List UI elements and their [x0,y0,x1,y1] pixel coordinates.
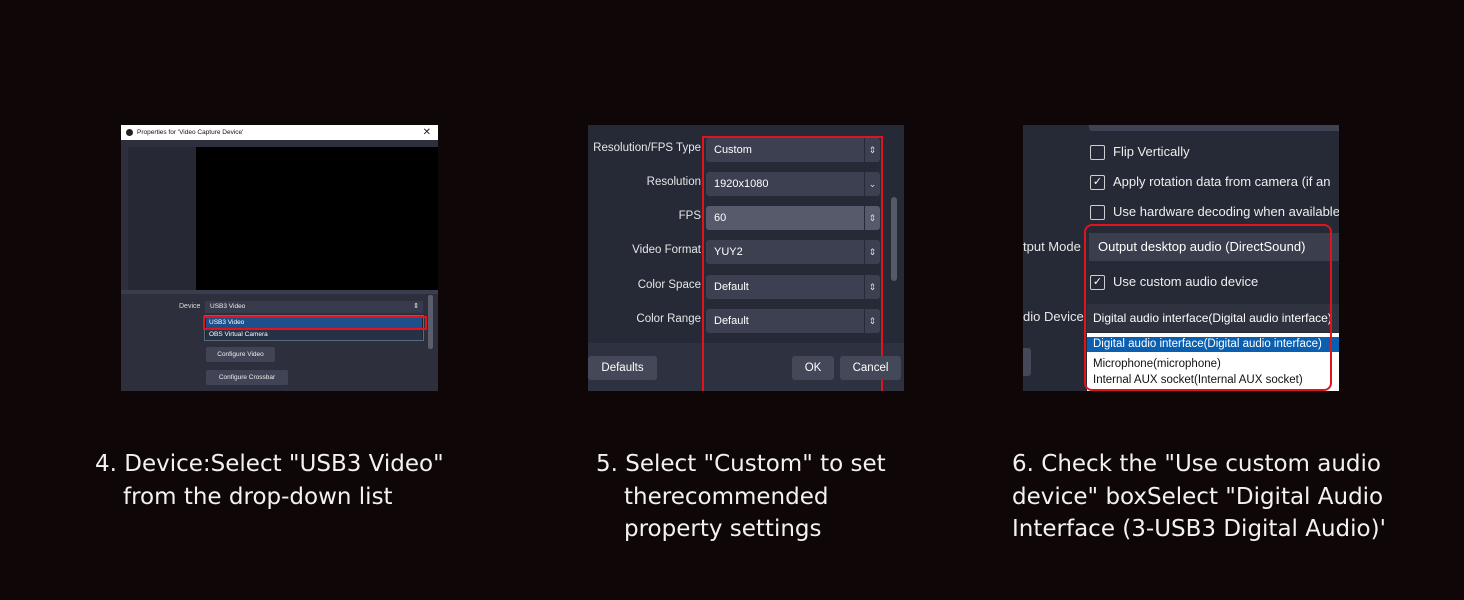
highlight-box [1084,224,1332,391]
row-label-color-range: Color Range [636,313,701,325]
updown-arrow-icon: ⇕ [413,303,419,310]
obs-app-icon [126,129,133,136]
sidebar-area [128,147,196,291]
top-field [1089,125,1339,131]
video-preview [196,147,438,291]
video-settings-screenshot: Resolution/FPS Type Custom ⇕ Resolution … [588,125,904,391]
caption-line: 4. Device:Select "USB3 Video" [95,451,444,477]
caption-line: Interface (3-USB3 Digital Audio)' [1012,516,1386,542]
caption-line: from the drop-down list [123,483,393,510]
output-mode-label: tput Mode [1023,239,1081,254]
caption-line: property settings [624,516,822,542]
scrollbar[interactable] [891,197,897,281]
option-obs-virtual-camera[interactable]: OBS Virtual Camera [206,329,422,340]
step4-caption: 4. Device:Select "USB3 Video" from the d… [95,448,444,513]
checkbox-checked-icon[interactable]: ✓ [1090,175,1105,190]
caption-line: 6. Check the "Use custom audio [1012,451,1381,477]
checkbox-label: Apply rotation data from camera (if an [1113,174,1331,189]
configure-video-button[interactable]: Configure Video [206,347,275,362]
caption-line: therecommended [624,483,829,510]
ok-button[interactable]: OK [792,356,834,380]
device-select[interactable]: USB3 Video ⇕ [205,301,423,313]
close-icon[interactable]: ✕ [423,125,431,140]
configure-crossbar-button[interactable]: Configure Crossbar [206,370,288,385]
defaults-button[interactable]: Defaults [588,356,657,380]
window-title: Properties for 'Video Capture Device' [137,129,244,136]
device-properties-screenshot: Properties for 'Video Capture Device' ✕ … [121,125,438,391]
highlight-box [203,316,427,330]
checkbox[interactable] [1090,205,1105,220]
partial-button[interactable] [1023,348,1031,376]
row-label-video-format: Video Format [632,244,701,256]
step6-caption: 6. Check the "Use custom audio device" b… [1012,448,1386,546]
device-select-value: USB3 Video [210,303,246,310]
row-label-fps: FPS [678,210,701,222]
audio-settings-screenshot: Flip Vertically ✓ Apply rotation data fr… [1023,125,1339,391]
splitter[interactable] [121,290,438,294]
window-titlebar: Properties for 'Video Capture Device' ✕ [121,125,438,140]
caption-line: device" boxSelect "Digital Audio [1012,483,1384,510]
row-label-resolution: Resolution [646,176,701,188]
caption-line: 5. Select "Custom" to set [596,451,886,477]
step5-caption: 5. Select "Custom" to set therecommended… [596,448,886,546]
checkbox[interactable] [1090,145,1105,160]
audio-device-label: dio Device [1023,309,1084,324]
row-label-color-space: Color Space [637,279,701,291]
device-label: Device [179,303,201,310]
highlight-box [702,136,883,391]
row-label-resolution-fps-type: Resolution/FPS Type [593,142,701,154]
scrollbar[interactable] [428,295,433,349]
checkbox-label: Flip Vertically [1113,144,1190,159]
checkbox-label: Use hardware decoding when available [1113,204,1339,219]
cancel-button[interactable]: Cancel [840,356,901,380]
